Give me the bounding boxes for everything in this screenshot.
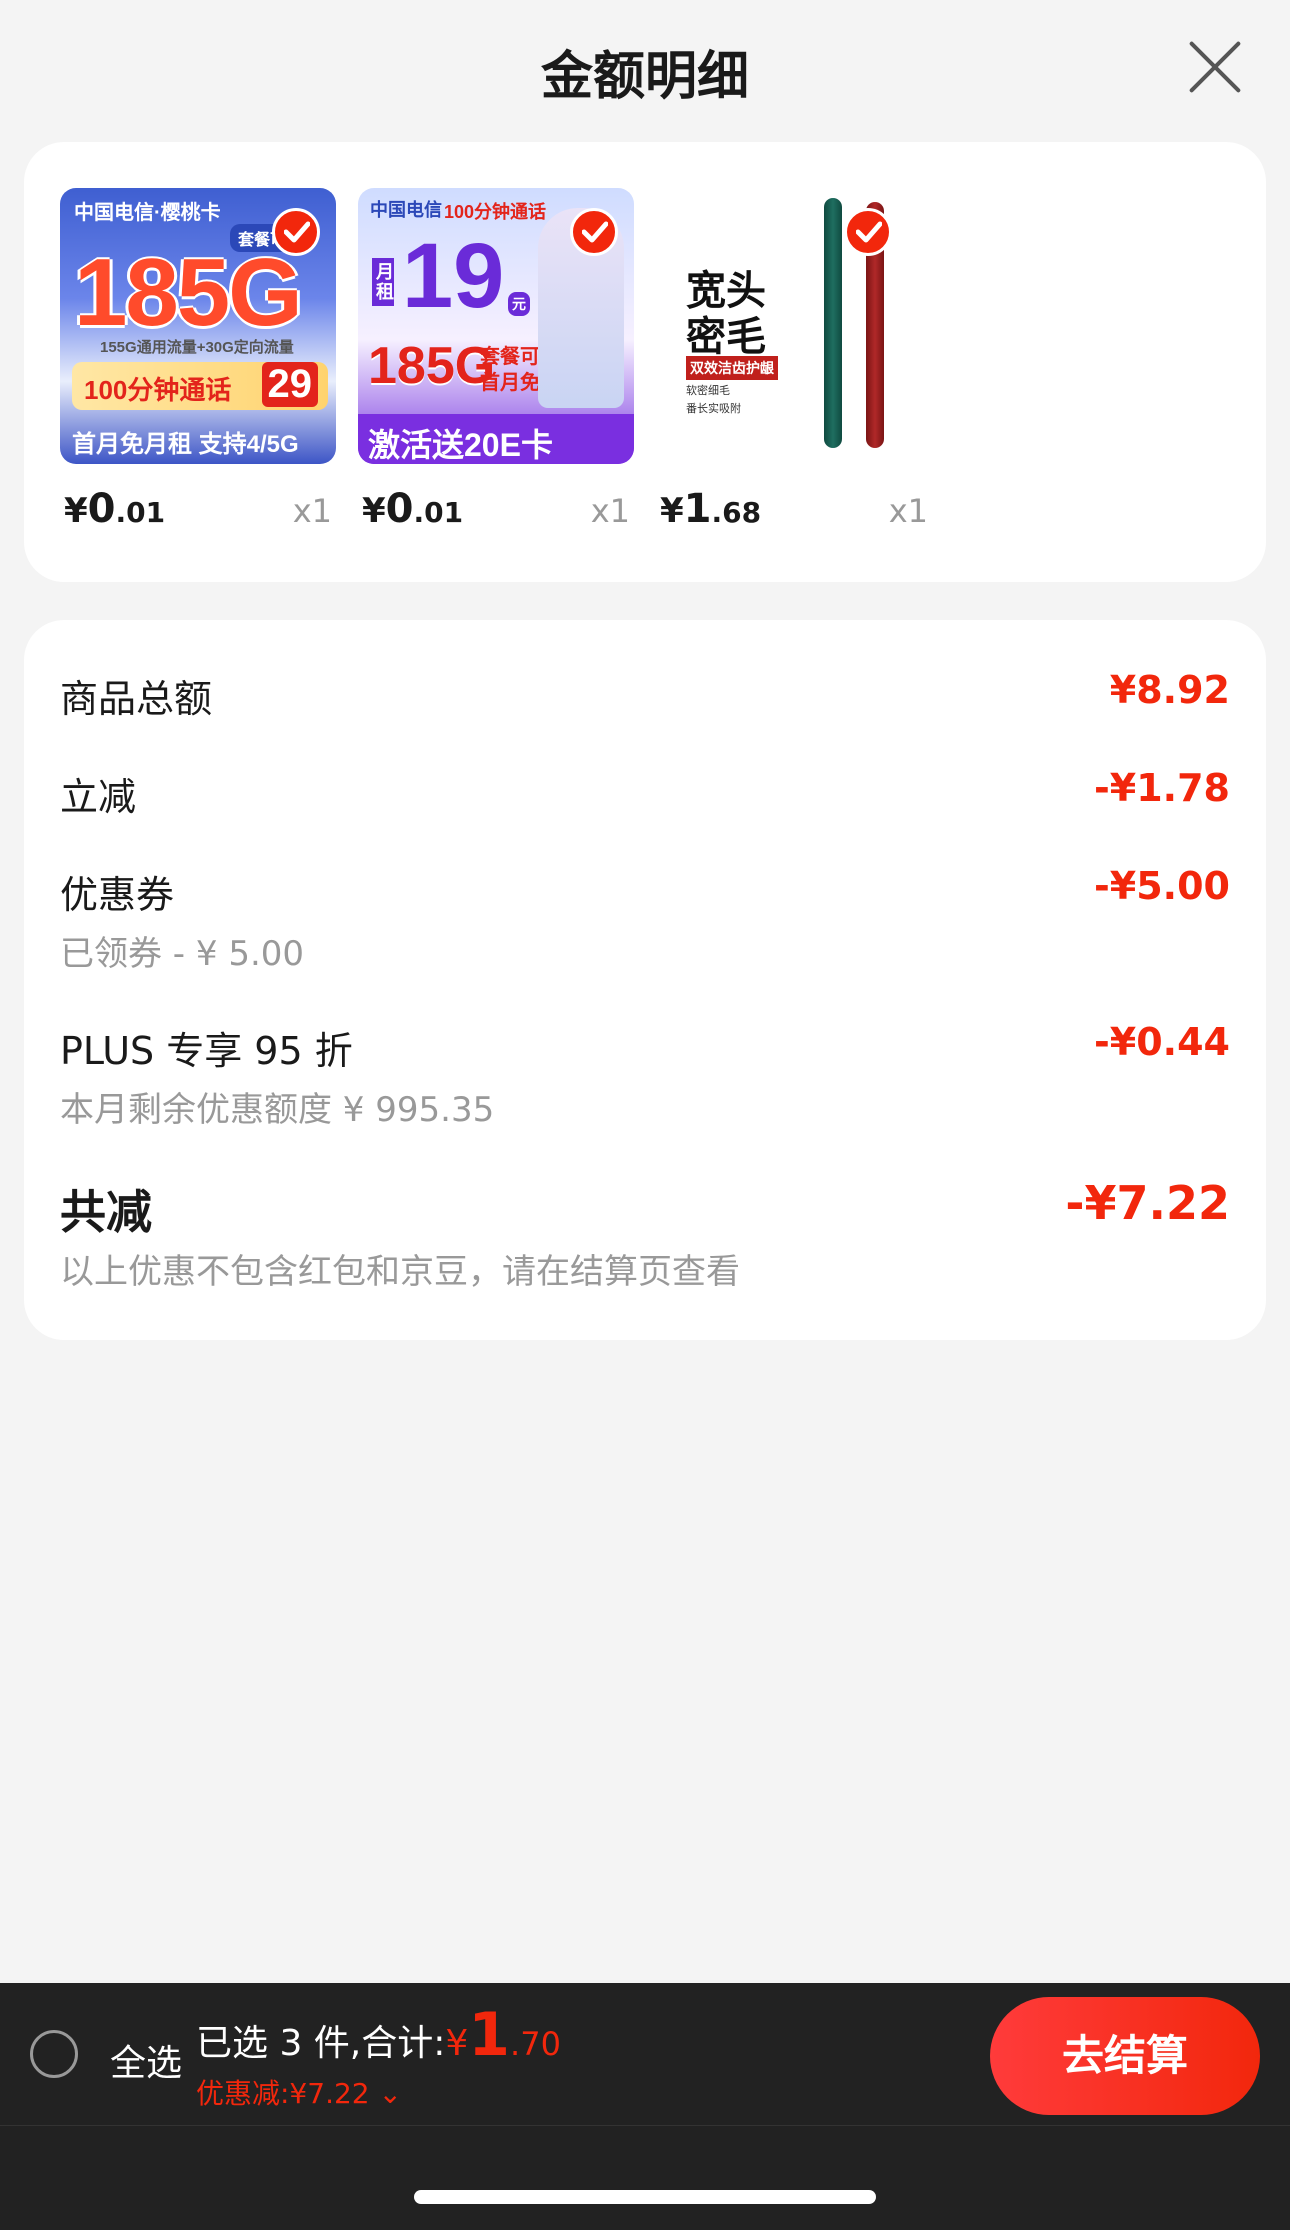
product-price: ¥0.01 [362,486,463,532]
price-int: 0 [87,486,116,532]
plus-discount-value: -¥0.44 [1094,1020,1230,1064]
home-indicator-area [0,2125,1290,2230]
price-symbol: ¥ [660,491,684,531]
product-price-row: ¥0.01 x1 [358,486,634,542]
total-discount-value: -¥7.22 [1065,1176,1230,1230]
product-qty: x1 [292,492,332,530]
product-price: ¥0.01 [64,486,165,532]
thumb-brand: 中国电信 [370,200,442,220]
coupon-sub: 已领券 - ¥ 5.00 [60,934,305,974]
thumb-foot-text: 激活送20E卡 [368,427,553,463]
sheet-header: 金额明细 [0,0,1290,135]
thumb-tag: 100分钟通话 [444,202,547,222]
instant-discount-value: -¥1.78 [1094,766,1230,810]
product-qty: x1 [590,492,630,530]
product-qty: x1 [888,492,928,530]
total-currency: ¥ [445,2023,469,2064]
product-item[interactable]: 中国电信·樱桃卡 套餐可 185G 155G通用流量+30G定向流量 100分钟… [60,188,336,542]
product-item[interactable]: 宽头 密毛 双效洁齿护龈 软密细毛 番长实吸附 ¥1.68 x1 [656,188,932,542]
price-dec: .68 [711,496,762,529]
product-thumbnail[interactable]: 宽头 密毛 双效洁齿护龈 软密细毛 番长实吸附 [656,188,932,464]
instant-discount-label: 立减 [60,775,137,819]
home-indicator[interactable] [414,2190,876,2204]
goods-total-value: ¥8.92 [1109,668,1230,712]
goods-total-label: 商品总额 [60,677,213,721]
coupon-value: -¥5.00 [1094,864,1230,908]
thumb-big-text: 19 [402,225,505,327]
coupon-label: 优惠券 [60,873,175,917]
thumb-foot-text: 首月免月租 支持4/5G [72,431,299,458]
thumb-big-text: 185G [74,239,303,346]
total-dec: .70 [510,2025,561,2063]
thumb-brand: 中国电信·樱桃卡 [74,202,221,224]
product-thumbnail[interactable]: 中国电信·樱桃卡 套餐可 185G 155G通用流量+30G定向流量 100分钟… [60,188,336,464]
product-price: ¥1.68 [660,486,761,532]
checked-icon[interactable] [272,208,320,256]
thumb-bullet: 番长实吸附 [686,403,741,415]
checkout-button[interactable]: 去结算 [990,1997,1260,2115]
price-symbol: ¥ [362,491,386,531]
product-thumbnail[interactable]: 中国电信 100分钟通话 月租 19 元 185G 套餐可续 首月免租 激活送2… [358,188,634,464]
product-item[interactable]: 中国电信 100分钟通话 月租 19 元 185G 套餐可续 首月免租 激活送2… [358,188,634,542]
product-price-row: ¥0.01 x1 [60,486,336,542]
thumb-line2: 密毛 [686,315,766,359]
thumb-band: 100分钟通话 29 [72,362,328,410]
thumb-foot-band: 激活送20E卡 [358,414,634,464]
toothbrush-green [824,198,842,448]
price-int: 1 [683,486,712,532]
amount-detail-sheet: 金额明细 中国电信·樱桃卡 套餐可 185G 155G通用流量+30G定向流量 … [0,0,1290,1983]
thumb-band-text: 100分钟通话 [84,375,232,405]
thumb-bullet: 软密细毛 [686,385,730,397]
thumb-badge: 双效洁齿护龈 [686,356,778,380]
checked-icon[interactable] [570,208,618,256]
thumb-sub-text: 155G通用流量+30G定向流量 [100,339,294,356]
plus-discount-sub: 本月剩余优惠额度 ¥ 995.35 [60,1090,495,1130]
select-all-label[interactable]: 全选 [110,2034,182,2086]
price-symbol: ¥ [64,491,88,531]
price-int: 0 [385,486,414,532]
order-summary: 已选 3 件,合计:¥1.70 优惠减:¥7.22 ⌄ [196,2000,561,2112]
total-discount-label: 共减 [60,1185,152,1239]
price-dec: .01 [115,496,166,529]
products-card: 中国电信·樱桃卡 套餐可 185G 155G通用流量+30G定向流量 100分钟… [24,142,1266,582]
select-all-radio[interactable] [30,2030,78,2078]
plus-discount-label: PLUS 专享 95 折 [60,1029,353,1073]
thumb-unit-label: 月租 [372,258,394,306]
checked-icon[interactable] [844,208,892,256]
amount-detail-card: 商品总额 ¥8.92 立减 -¥1.78 优惠券 已领券 - ¥ 5.00 -¥… [24,620,1266,1340]
summary-line: 已选 3 件,合计:¥1.70 [196,2000,561,2070]
total-int: 1 [468,2000,511,2070]
discount-toggle[interactable]: 优惠减:¥7.22 ⌄ [196,2072,561,2112]
total-discount-note: 以上优惠不包含红包和京豆，请在结算页查看 [60,1252,740,1292]
thumb-mid-text: 185G [368,337,496,395]
thumb-unit: 元 [508,292,530,316]
page-title: 金额明细 [540,47,749,107]
price-dec: .01 [413,496,464,529]
thumb-band-price: 29 [261,362,318,407]
selected-count-text: 已选 3 件,合计: [196,2023,446,2064]
close-icon[interactable] [1186,38,1244,96]
product-price-row: ¥1.68 x1 [656,486,932,542]
